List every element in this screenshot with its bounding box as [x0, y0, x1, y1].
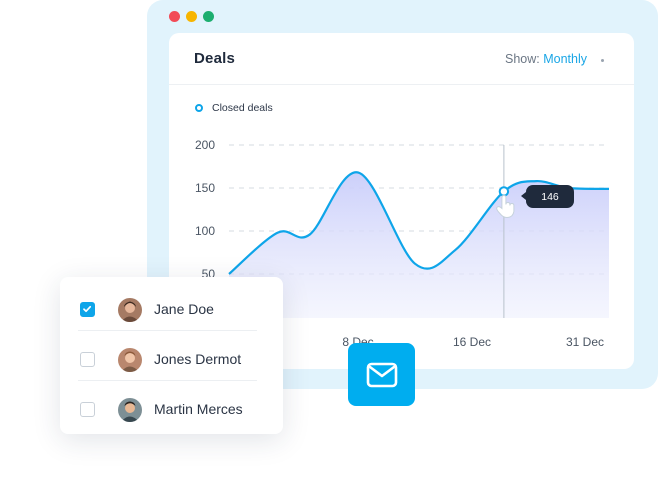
x-tick-label: 31 Dec — [566, 335, 604, 349]
assignee-checklist: Jane Doe Jones Dermot Martin Merces — [60, 277, 283, 434]
person-name: Martin Merces — [154, 401, 243, 417]
avatar — [118, 398, 142, 422]
checkbox-unchecked[interactable] — [80, 402, 95, 417]
mail-icon — [366, 362, 397, 387]
window-minimize-button[interactable] — [186, 11, 197, 22]
window-maximize-button[interactable] — [203, 11, 214, 22]
check-icon — [83, 305, 92, 313]
person-name: Jane Doe — [154, 301, 214, 317]
checkbox-checked[interactable] — [80, 302, 95, 317]
checkbox-unchecked[interactable] — [80, 352, 95, 367]
y-tick-label: 200 — [195, 138, 215, 152]
chart-tooltip: 146 — [521, 185, 574, 208]
y-tick-label: 100 — [195, 224, 215, 238]
list-item[interactable]: Martin Merces — [60, 381, 283, 431]
avatar — [118, 298, 142, 322]
list-item[interactable]: Jones Dermot — [60, 331, 283, 381]
tooltip-value: 146 — [541, 190, 559, 203]
highlight-point — [498, 186, 510, 197]
mail-button[interactable] — [348, 343, 415, 406]
list-item[interactable]: Jane Doe — [60, 281, 283, 331]
window-close-button[interactable] — [169, 11, 180, 22]
y-tick-label: 150 — [195, 181, 215, 195]
x-tick-label: 16 Dec — [453, 335, 491, 349]
person-name: Jones Dermot — [154, 351, 242, 367]
avatar — [118, 348, 142, 372]
